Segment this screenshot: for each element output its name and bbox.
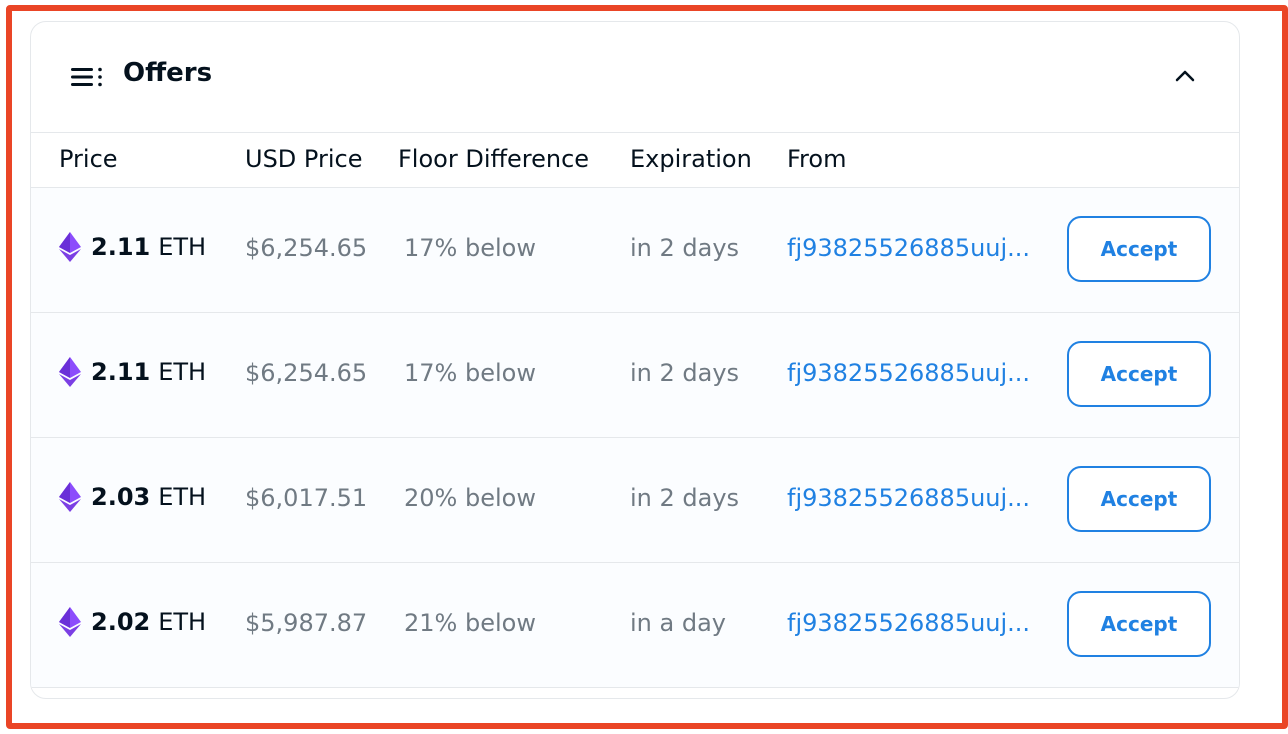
floor-difference: 20% below — [404, 484, 536, 512]
price-cell: 2.11 ETH — [59, 232, 206, 262]
floor-difference: 17% below — [404, 234, 536, 262]
ethereum-icon — [59, 232, 81, 262]
price-value: 2.11 — [91, 358, 151, 386]
offers-panel-header[interactable]: Offers — [31, 22, 1239, 133]
price-cell: 2.03 ETH — [59, 482, 206, 512]
table-row: 2.11 ETH $6,254.65 17% below in 2 days f… — [31, 188, 1239, 313]
from-address-link[interactable]: fj93825526885uuj... — [787, 234, 1030, 262]
from-address-link[interactable]: fj93825526885uuj... — [787, 359, 1030, 387]
price-cell: 2.02 ETH — [59, 607, 206, 637]
column-header-expiration: Expiration — [630, 145, 752, 173]
price-value: 2.02 — [91, 608, 151, 636]
column-header-price: Price — [59, 145, 118, 173]
accept-button[interactable]: Accept — [1067, 466, 1211, 532]
accept-button[interactable]: Accept — [1067, 591, 1211, 657]
price-unit: ETH — [158, 233, 207, 261]
from-address-link[interactable]: fj93825526885uuj... — [787, 484, 1030, 512]
ethereum-icon — [59, 482, 81, 512]
price-unit: ETH — [158, 483, 207, 511]
accept-button[interactable]: Accept — [1067, 216, 1211, 282]
price-unit: ETH — [158, 608, 207, 636]
list-icon — [71, 67, 102, 87]
price-value: 2.03 — [91, 483, 151, 511]
offers-list: 2.11 ETH $6,254.65 17% below in 2 days f… — [31, 188, 1239, 688]
highlight-frame: Offers Price USD Price Floor Difference … — [6, 5, 1288, 729]
expiration: in 2 days — [630, 359, 740, 387]
expiration: in 2 days — [630, 234, 740, 262]
table-row: 2.03 ETH $6,017.51 20% below in 2 days f… — [31, 438, 1239, 563]
price-value: 2.11 — [91, 233, 151, 261]
expiration: in a day — [630, 609, 726, 637]
price-unit: ETH — [158, 358, 207, 386]
column-header-from: From — [787, 145, 847, 173]
usd-price: $6,254.65 — [245, 359, 368, 387]
price-cell: 2.11 ETH — [59, 357, 206, 387]
ethereum-icon — [59, 357, 81, 387]
table-row: 2.02 ETH $5,987.87 21% below in a day fj… — [31, 563, 1239, 688]
ethereum-icon — [59, 607, 81, 637]
chevron-up-icon[interactable] — [1173, 64, 1197, 88]
accept-button[interactable]: Accept — [1067, 341, 1211, 407]
column-header-usd-price: USD Price — [245, 145, 363, 173]
from-address-link[interactable]: fj93825526885uuj... — [787, 609, 1030, 637]
floor-difference: 21% below — [404, 609, 536, 637]
offers-panel: Offers Price USD Price Floor Difference … — [30, 21, 1240, 699]
expiration: in 2 days — [630, 484, 740, 512]
column-header-floor-difference: Floor Difference — [398, 145, 590, 173]
floor-difference: 17% below — [404, 359, 536, 387]
panel-title: Offers — [123, 58, 213, 88]
usd-price: $5,987.87 — [245, 609, 368, 637]
table-header: Price USD Price Floor Difference Expirat… — [31, 133, 1239, 188]
usd-price: $6,017.51 — [245, 484, 368, 512]
table-row: 2.11 ETH $6,254.65 17% below in 2 days f… — [31, 313, 1239, 438]
usd-price: $6,254.65 — [245, 234, 368, 262]
